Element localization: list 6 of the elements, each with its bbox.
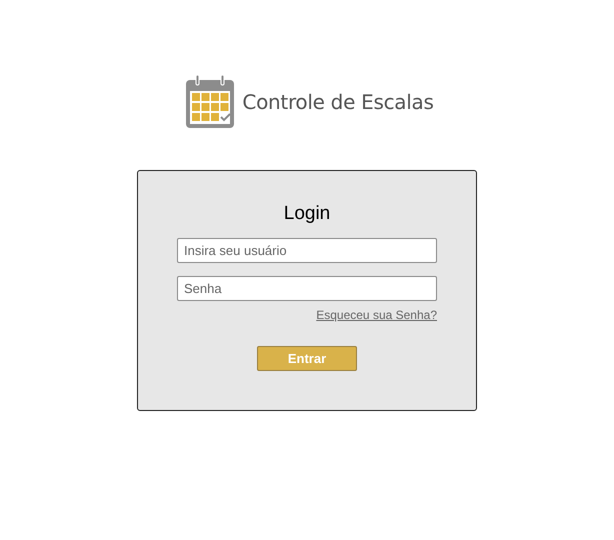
forgot-password-link[interactable]: Esqueceu sua Senha? — [316, 308, 437, 322]
username-field[interactable]: Insira seu usuário — [177, 238, 437, 263]
calendar-icon — [186, 75, 234, 128]
app-title: Controle de Escalas — [242, 90, 434, 114]
login-title: Login — [284, 203, 330, 225]
password-field[interactable]: Senha — [177, 276, 437, 301]
